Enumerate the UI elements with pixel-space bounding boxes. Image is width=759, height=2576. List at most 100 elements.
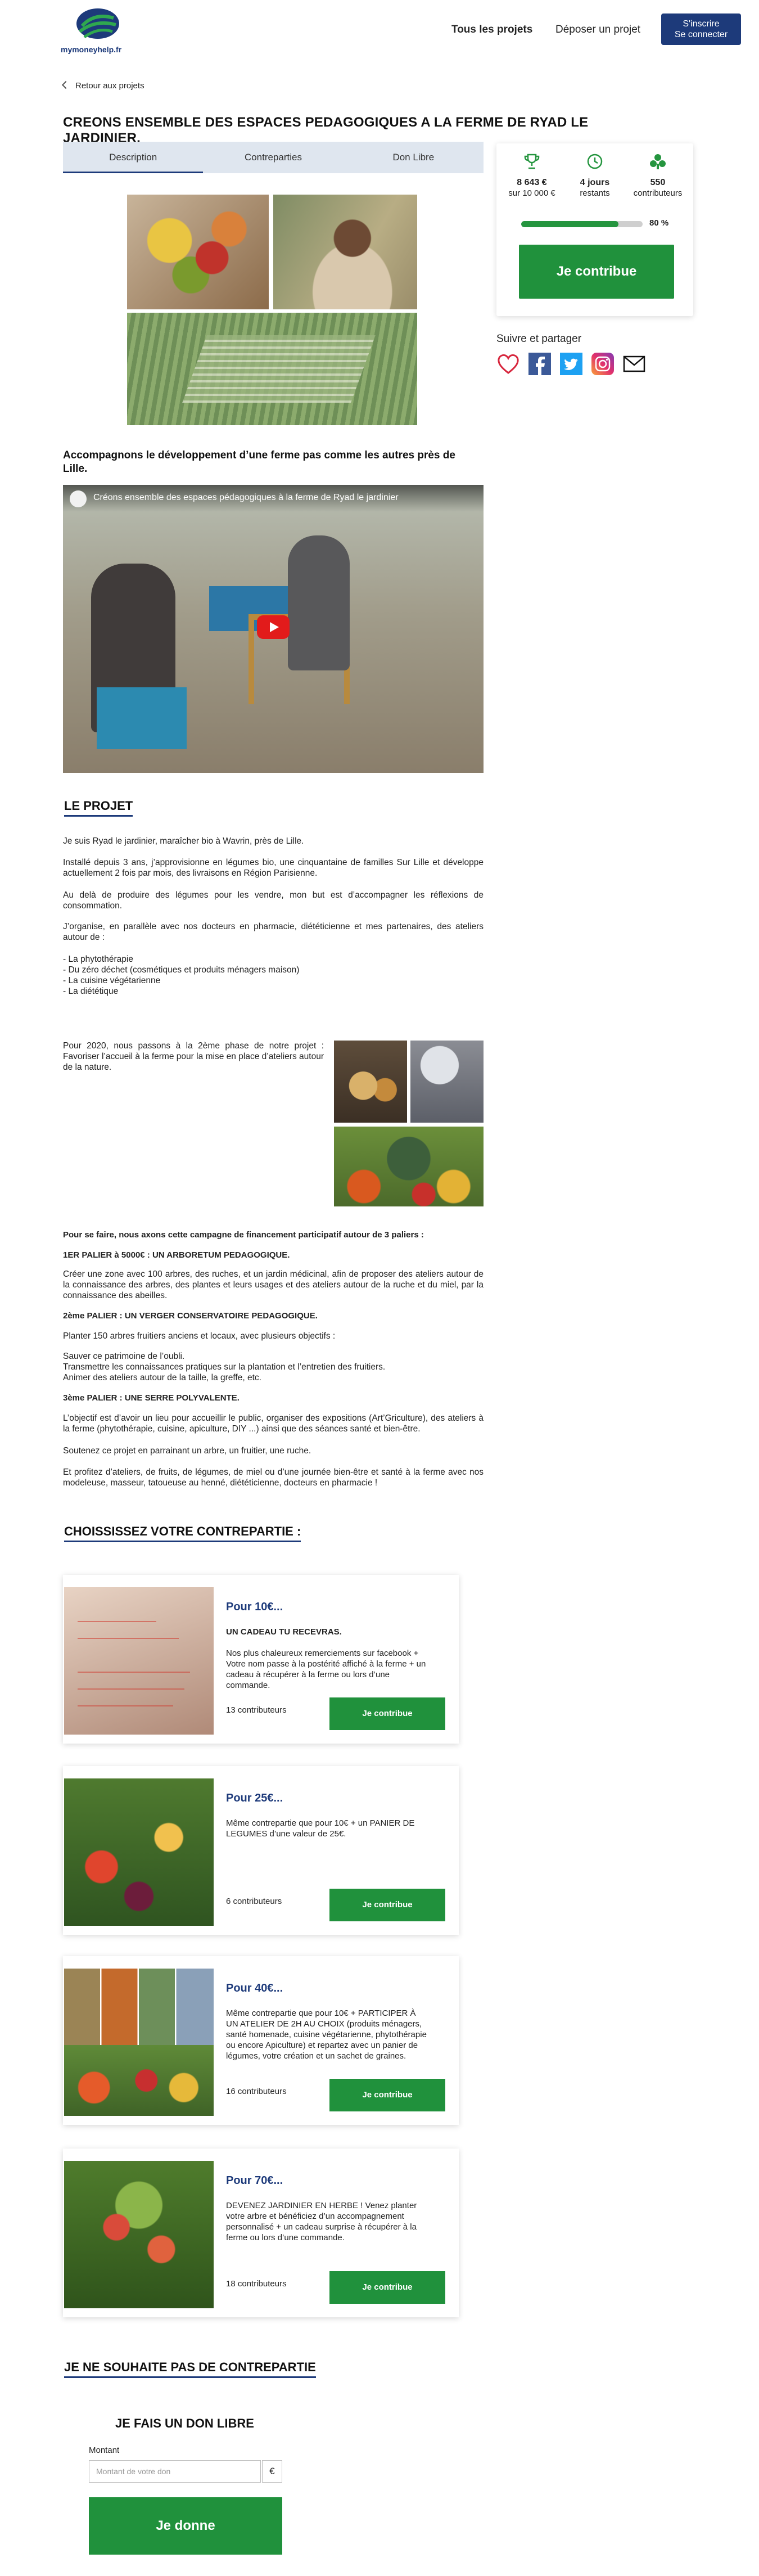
support-text-2: Et profitez d’ateliers, de fruits, de lé…	[63, 1467, 484, 1488]
workshop-photo-2	[410, 1041, 484, 1123]
project-intro: Je suis Ryad le jardinier, maraîcher bio…	[63, 836, 304, 846]
tier1-text: Créer une zone avec 100 arbres, des ruch…	[63, 1269, 484, 1300]
mail-icon[interactable]	[622, 352, 646, 376]
farm-aerial-photo	[127, 313, 417, 425]
reward-contribute-button[interactable]: Je contribue	[329, 2271, 445, 2304]
play-icon[interactable]	[257, 615, 290, 639]
tab-free-donation[interactable]: Don Libre	[344, 142, 484, 173]
login-label: Se connecter	[674, 30, 728, 39]
tier2-text4: Animer des ateliers autour de la taille,…	[63, 1373, 261, 1382]
facebook-icon[interactable]	[528, 352, 552, 376]
contributors-label: contributeurs	[633, 188, 683, 198]
no-reward-heading: JE NE SOUHAITE PAS DE CONTREPARTIE	[64, 2360, 316, 2378]
channel-avatar	[70, 490, 87, 507]
back-to-projects-link[interactable]: Retour aux projets	[61, 80, 144, 91]
reward-text: DEVENEZ JARDINIER EN HERBE ! Venez plant…	[226, 2201, 417, 2242]
reward-image-vegetables	[64, 2045, 214, 2116]
support-text-1: Soutenez ce projet en parrainant un arbr…	[63, 1446, 311, 1456]
project-subtitle: Accompagnons le développement d’une ferm…	[63, 449, 455, 475]
tier2-text3: Transmettre les connaissances pratiques …	[63, 1362, 386, 1372]
reward-contribute-button[interactable]: Je contribue	[329, 2079, 445, 2111]
reward-contributors: 6 contributeurs	[226, 1897, 282, 1906]
stat-days: 4 jours restants	[564, 152, 626, 199]
contribute-button[interactable]: Je contribue	[519, 245, 674, 299]
tier2-title: 2ème PALIER : UN VERGER CONSERVATOIRE PE…	[63, 1311, 318, 1321]
reward-description: UN CADEAU TU RECEVRAS. Nos plus chaleure…	[226, 1627, 428, 1691]
stat-contributors: 550 contributeurs	[627, 152, 689, 199]
project-tabs: Description Contreparties Don Libre	[63, 142, 484, 173]
project-p2: Installé depuis 3 ans, j’approvisionne e…	[63, 858, 484, 878]
note-line	[78, 1638, 179, 1639]
list-item: - La cuisine végétarienne	[63, 976, 161, 985]
amount-label: Montant	[89, 2446, 120, 2455]
clock-icon	[587, 154, 603, 169]
reward-price: Pour 25€...	[226, 1792, 283, 1804]
project-p3: Au delà de produire des légumes pour les…	[63, 890, 484, 911]
workshop-list: - La phytothérapie - Du zéro déchet (cos…	[63, 954, 484, 997]
reward-text: Même contrepartie que pour 10€ + PARTICI…	[226, 2008, 427, 2061]
project-p4: J’organise, en parallèle avec nos docteu…	[63, 922, 484, 942]
logo[interactable]: mymoneyhelp.fr	[61, 7, 134, 57]
tier3-text: L’objectif est d’avoir un lieu pour accu…	[63, 1413, 484, 1434]
funds-raised: 8 643 €	[517, 178, 547, 187]
reward-price: Pour 10€...	[226, 1601, 283, 1613]
note-line	[78, 1672, 190, 1673]
farmer-portrait-photo	[273, 195, 417, 309]
heart-icon[interactable]	[496, 352, 520, 376]
reward-text: Même contrepartie que pour 10€ + un PANI…	[226, 1818, 415, 1839]
stat-funds: 8 643 € sur 10 000 €	[501, 152, 563, 199]
signup-login-button[interactable]: S'inscrire Se connecter	[661, 13, 741, 45]
funding-progress-label: 80 %	[649, 218, 669, 228]
project-heading: LE PROJET	[64, 799, 133, 817]
tab-description[interactable]: Description	[63, 142, 204, 173]
video-title: Créons ensemble des espaces pédagogiques…	[93, 493, 399, 502]
reward-contributors: 13 contributeurs	[226, 1705, 287, 1715]
reward-card-25: Pour 25€... Même contrepartie que pour 1…	[63, 1766, 459, 1935]
logo-text: mymoneyhelp.fr	[61, 45, 122, 54]
instagram-icon[interactable]	[591, 352, 615, 376]
vegetables-photo	[127, 195, 269, 309]
twitter-icon[interactable]	[559, 352, 583, 376]
tiers-intro: Pour se faire, nous axons cette campagne…	[63, 1230, 424, 1240]
workshop-photo-1	[334, 1041, 407, 1123]
tier3-title: 3ème PALIER : UNE SERRE POLYVALENTE.	[63, 1393, 240, 1403]
funding-progress-bar	[521, 221, 643, 227]
rewards-heading: CHOISSISSEZ VOTRE CONTREPARTIE :	[64, 1524, 301, 1542]
back-label: Retour aux projets	[75, 81, 144, 91]
project-video[interactable]: Créons ensemble des espaces pédagogiques…	[63, 485, 484, 773]
funding-stats-card: 8 643 € sur 10 000 € 4 jours restants 55…	[496, 143, 693, 316]
video-frame-person	[288, 535, 350, 670]
reward-text: Nos plus chaleureux remerciements sur fa…	[226, 1649, 426, 1690]
phase-text: Pour 2020, nous passons à la 2ème phase …	[63, 1041, 324, 1072]
donate-button[interactable]: Je donne	[89, 2497, 282, 2555]
share-title: Suivre et partager	[496, 333, 582, 345]
share-icons	[496, 352, 646, 376]
reward-contributors: 18 contributeurs	[226, 2279, 287, 2289]
reward-card-10: Pour 10€... UN CADEAU TU RECEVRAS. Nos p…	[63, 1575, 459, 1744]
list-item: - La diététique	[63, 987, 119, 996]
reward-contribute-button[interactable]: Je contribue	[329, 1697, 445, 1730]
currency-label: €	[262, 2460, 282, 2483]
funds-goal: sur 10 000 €	[508, 188, 555, 198]
reward-price: Pour 70€...	[226, 2174, 283, 2187]
list-item: - Du zéro déchet (cosmétiques et produit…	[63, 965, 300, 975]
reward-image-workshop	[64, 1969, 214, 2116]
nav-all-projects[interactable]: Tous les projets	[451, 24, 532, 36]
signup-label: S'inscrire	[683, 19, 720, 29]
contributors-count: 550	[650, 178, 666, 187]
tier1-title: 1ER PALIER à 5000€ : UN ARBORETUM PEDAGO…	[63, 1250, 290, 1260]
reward-image-basket	[64, 1778, 214, 1926]
donation-amount-input[interactable]: Montant de votre don	[89, 2460, 261, 2483]
free-donation-title: JE FAIS UN DON LIBRE	[115, 2416, 254, 2430]
note-line	[78, 1688, 184, 1690]
note-line	[78, 1705, 173, 1706]
tab-rewards[interactable]: Contreparties	[203, 142, 343, 173]
reward-card-40: Pour 40€... Même contrepartie que pour 1…	[63, 1956, 459, 2125]
reward-title: UN CADEAU TU RECEVRAS.	[226, 1627, 342, 1637]
days-label: restants	[580, 188, 610, 198]
reward-contributors: 16 contributeurs	[226, 2087, 287, 2096]
reward-card-70: Pour 70€... DEVENEZ JARDINIER EN HERBE !…	[63, 2149, 459, 2317]
trophy-icon	[524, 154, 540, 169]
nav-submit-project[interactable]: Déposer un projet	[555, 24, 640, 36]
reward-contribute-button[interactable]: Je contribue	[329, 1889, 445, 1921]
